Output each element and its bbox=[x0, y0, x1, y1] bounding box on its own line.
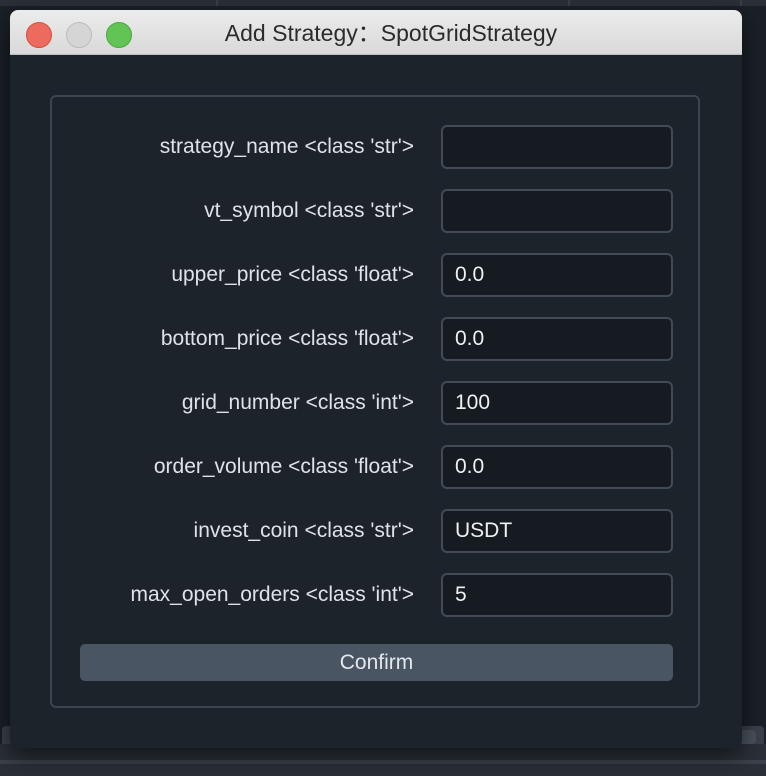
vt-symbol-input[interactable] bbox=[441, 189, 673, 233]
max-open-orders-label: max_open_orders <class 'int'> bbox=[130, 583, 414, 606]
form-row-upper-price: upper_price <class 'float'> 0.0 bbox=[52, 253, 702, 297]
grid-number-input[interactable]: 100 bbox=[441, 381, 673, 425]
form-row-order-volume: order_volume <class 'float'> 0.0 bbox=[52, 445, 702, 489]
form-row-grid-number: grid_number <class 'int'> 100 bbox=[52, 381, 702, 425]
add-strategy-dialog: Add Strategy：SpotGridStrategy strategy_n… bbox=[10, 10, 742, 748]
strategy-name-input[interactable] bbox=[441, 125, 673, 169]
form-row-max-open-orders: max_open_orders <class 'int'> 5 bbox=[52, 573, 702, 617]
background-bottom-line bbox=[0, 760, 766, 764]
grid-number-label: grid_number <class 'int'> bbox=[181, 391, 414, 414]
background-toolbar-strip bbox=[0, 0, 766, 6]
invest-coin-input[interactable]: USDT bbox=[441, 509, 673, 553]
bottom-price-input[interactable]: 0.0 bbox=[441, 317, 673, 361]
background-divider bbox=[216, 0, 218, 6]
strategy-form-panel: strategy_name <class 'str'> vt_symbol <c… bbox=[50, 95, 700, 708]
window-title: Add Strategy：SpotGridStrategy bbox=[224, 20, 558, 46]
upper-price-label: upper_price <class 'float'> bbox=[171, 263, 414, 286]
confirm-button[interactable]: Confirm bbox=[80, 644, 673, 681]
vt-symbol-label: vt_symbol <class 'str'> bbox=[204, 199, 414, 222]
bottom-price-label: bottom_price <class 'float'> bbox=[160, 327, 414, 350]
form-row-invest-coin: invest_coin <class 'str'> USDT bbox=[52, 509, 702, 553]
title-bar: Add Strategy：SpotGridStrategy bbox=[10, 10, 742, 55]
invest-coin-label: invest_coin <class 'str'> bbox=[193, 519, 414, 542]
background-divider bbox=[568, 0, 570, 6]
max-open-orders-input[interactable]: 5 bbox=[441, 573, 673, 617]
form-row-bottom-price: bottom_price <class 'float'> 0.0 bbox=[52, 317, 702, 361]
background-divider bbox=[740, 0, 742, 6]
form-row-vt-symbol: vt_symbol <class 'str'> bbox=[52, 189, 702, 233]
upper-price-input[interactable]: 0.0 bbox=[441, 253, 673, 297]
order-volume-input[interactable]: 0.0 bbox=[441, 445, 673, 489]
order-volume-label: order_volume <class 'float'> bbox=[153, 455, 414, 478]
form-row-strategy-name: strategy_name <class 'str'> bbox=[52, 125, 702, 169]
strategy-name-label: strategy_name <class 'str'> bbox=[159, 135, 414, 158]
